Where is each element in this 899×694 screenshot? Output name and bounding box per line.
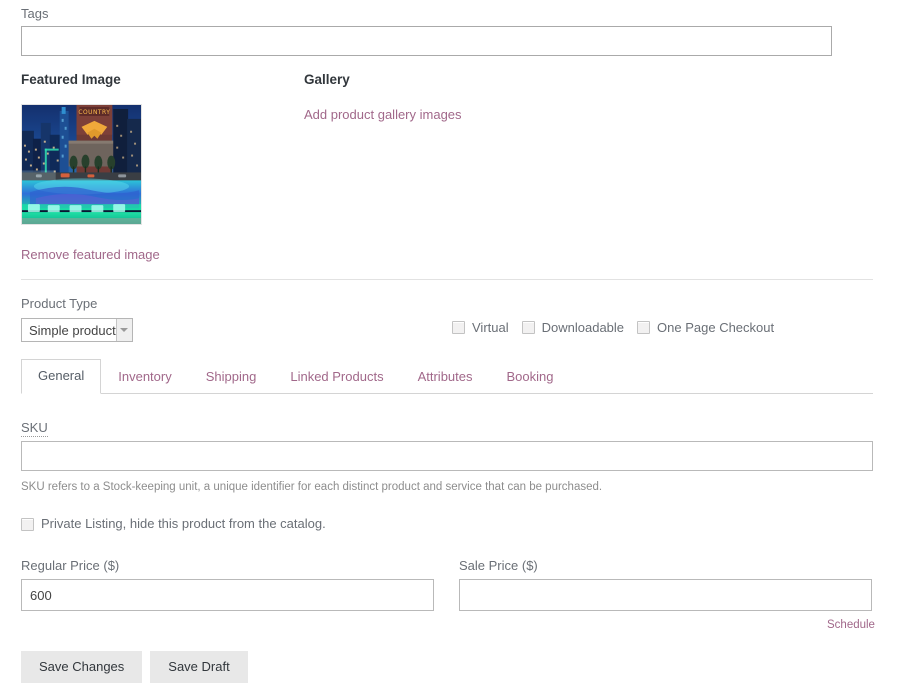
tab-general[interactable]: General [21, 359, 102, 394]
tags-label: Tags [21, 6, 49, 21]
chevron-down-icon[interactable] [115, 319, 132, 341]
toggle-one-page-checkout[interactable]: One Page Checkout [637, 320, 775, 335]
toggle-virtual[interactable]: Virtual [452, 320, 509, 335]
form-actions: Save Changes Save Draft [21, 651, 248, 683]
sku-input[interactable] [21, 441, 873, 471]
featured-image-art: COUNTRY [22, 105, 141, 224]
regular-price-label: Regular Price ($) [21, 558, 120, 573]
tab-shipping[interactable]: Shipping [189, 360, 274, 394]
sku-abbr: SKU [21, 420, 48, 437]
virtual-checkbox[interactable] [452, 320, 465, 334]
svg-text:COUNTRY: COUNTRY [78, 109, 110, 116]
private-listing-checkbox[interactable] [21, 518, 34, 531]
sale-price-label: Sale Price ($) [459, 558, 538, 573]
product-data-tabs: General Inventory Shipping Linked Produc… [21, 359, 873, 394]
virtual-label: Virtual [472, 320, 509, 335]
save-changes-button[interactable]: Save Changes [21, 651, 143, 683]
tab-attributes[interactable]: Attributes [401, 360, 490, 394]
tab-booking[interactable]: Booking [490, 360, 571, 394]
add-gallery-images-link[interactable]: Add product gallery images [304, 107, 462, 122]
section-divider [21, 279, 873, 280]
private-listing-row[interactable]: Private Listing, hide this product from … [21, 517, 326, 531]
product-type-label: Product Type [21, 296, 98, 311]
featured-image-heading: Featured Image [21, 72, 121, 87]
one-page-checkout-checkbox[interactable] [637, 320, 651, 334]
product-type-select[interactable]: Simple product [21, 318, 133, 342]
private-listing-label: Private Listing, hide this product from … [41, 516, 326, 531]
sku-help-text: SKU refers to a Stock-keeping unit, a un… [21, 481, 603, 493]
regular-price-input[interactable] [21, 579, 434, 611]
product-type-toggles: Virtual Downloadable One Page Checkout [452, 320, 775, 335]
gallery-heading: Gallery [304, 72, 350, 87]
toggle-downloadable[interactable]: Downloadable [521, 320, 625, 335]
tags-input[interactable] [21, 26, 832, 56]
downloadable-checkbox[interactable] [521, 320, 535, 334]
remove-featured-image-link[interactable]: Remove featured image [21, 247, 160, 262]
schedule-sale-link[interactable]: Schedule [827, 619, 875, 631]
save-draft-button[interactable]: Save Draft [150, 651, 248, 683]
featured-image-thumbnail[interactable]: COUNTRY [21, 104, 142, 225]
one-page-checkout-label: One Page Checkout [657, 320, 775, 335]
tab-linked-products[interactable]: Linked Products [273, 360, 400, 394]
downloadable-label: Downloadable [541, 320, 625, 335]
product-edit-form: Tags Featured Image COUNTRY Remove featu… [0, 0, 899, 694]
sku-label: SKU [21, 420, 48, 437]
sale-price-input[interactable] [459, 579, 872, 611]
product-type-selected-value: Simple product [29, 322, 116, 338]
tab-inventory[interactable]: Inventory [101, 360, 188, 394]
